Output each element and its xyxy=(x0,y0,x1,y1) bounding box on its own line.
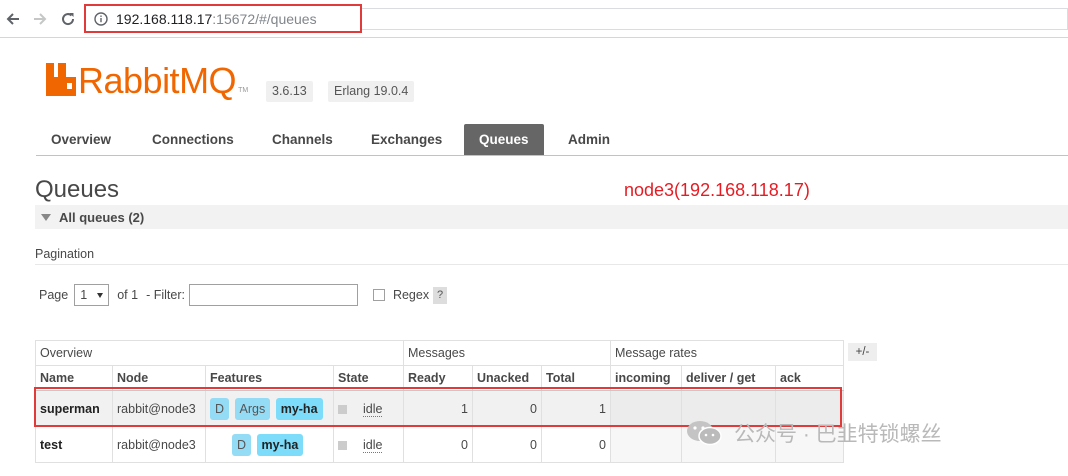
queue-features: D my-ha xyxy=(205,426,334,463)
col-header-node[interactable]: Node xyxy=(112,365,206,391)
queue-unacked: 0 xyxy=(472,426,542,463)
erlang-version-badge: Erlang 19.0.4 xyxy=(328,81,415,102)
filter-input[interactable] xyxy=(188,284,358,306)
col-header-name[interactable]: Name xyxy=(35,365,113,391)
pagination-label: Pagination xyxy=(35,247,95,261)
watermark-text: 公众号 · 巴韭特锁螺丝 xyxy=(734,423,942,446)
regex-label: Regex xyxy=(392,288,430,302)
address-bar[interactable]: 192.168.118.17:15672/#/queues xyxy=(84,4,362,33)
feature-badge-durable: D xyxy=(210,397,230,420)
tab-overview[interactable]: Overview xyxy=(36,124,126,155)
page-label: Page xyxy=(39,288,69,302)
reload-button[interactable] xyxy=(58,9,78,29)
browser-toolbar: 192.168.118.17:15672/#/queues xyxy=(0,0,1068,38)
queue-incoming-rate xyxy=(610,390,682,427)
col-header-ack[interactable]: ack xyxy=(775,365,844,391)
col-header-unacked[interactable]: Unacked xyxy=(472,365,542,391)
column-toggle-button[interactable]: +/- xyxy=(848,343,877,361)
state-indicator-icon xyxy=(338,404,347,414)
tab-connections[interactable]: Connections xyxy=(137,124,249,155)
queue-ready: 1 xyxy=(403,390,473,427)
watermark: 公众号 · 巴韭特锁螺丝 xyxy=(686,418,942,448)
queue-state-text: idle xyxy=(363,437,383,453)
queue-state: idle xyxy=(333,390,404,427)
queue-state: idle xyxy=(333,426,404,463)
queue-name-link[interactable]: test xyxy=(35,426,113,463)
group-header-message-rates: Message rates xyxy=(610,340,844,366)
page-of-label: of 1 xyxy=(117,288,139,302)
group-header-overview: Overview xyxy=(35,340,404,366)
url-path: :15672/#/queues xyxy=(212,10,317,27)
queue-node: rabbit@node3 xyxy=(112,426,206,463)
queue-state-text: idle xyxy=(363,401,383,417)
queue-total: 1 xyxy=(541,390,611,427)
rabbitmq-version-badge: 3.6.13 xyxy=(266,81,313,102)
logo-trademark: TM xyxy=(238,87,249,94)
back-button[interactable] xyxy=(3,9,23,29)
section-title: All queues (2) xyxy=(59,209,145,225)
address-bar-extension xyxy=(362,8,1068,30)
page-select-value: 1 xyxy=(80,288,88,302)
col-header-total[interactable]: Total xyxy=(541,365,611,391)
collapse-triangle-icon xyxy=(41,213,51,221)
dropdown-arrow-icon xyxy=(97,292,104,298)
feature-badge-policy[interactable]: my-ha xyxy=(275,397,323,420)
col-header-incoming[interactable]: incoming xyxy=(610,365,682,391)
feature-badge-args[interactable]: Args xyxy=(234,397,271,420)
tab-queues[interactable]: Queues xyxy=(464,124,544,155)
rabbitmq-logo[interactable]: RabbitMQ TM xyxy=(46,62,248,100)
main-nav-tabs: Overview Connections Channels Exchanges … xyxy=(36,124,1068,156)
table-group-header-row: Overview Messages Message rates xyxy=(35,340,844,366)
arrow-left-icon xyxy=(6,13,19,25)
rabbitmq-logo-icon xyxy=(46,63,76,96)
col-header-ready[interactable]: Ready xyxy=(403,365,473,391)
queue-total: 0 xyxy=(541,426,611,463)
arrow-right-icon xyxy=(34,13,47,25)
tab-admin[interactable]: Admin xyxy=(553,124,625,155)
group-header-messages: Messages xyxy=(403,340,611,366)
forward-button[interactable] xyxy=(30,9,50,29)
regex-checkbox[interactable] xyxy=(372,289,385,301)
page-title: Queues xyxy=(35,176,120,203)
col-header-state[interactable]: State xyxy=(333,365,404,391)
queue-node: rabbit@node3 xyxy=(112,390,206,427)
pagination-divider xyxy=(35,264,1068,265)
col-header-deliver-get[interactable]: deliver / get xyxy=(681,365,776,391)
info-icon[interactable] xyxy=(94,11,108,26)
node-annotation: node3(192.168.118.17) xyxy=(624,180,810,200)
queue-unacked: 0 xyxy=(472,390,542,427)
feature-badge-policy[interactable]: my-ha xyxy=(256,433,304,456)
queue-features: D Args my-ha xyxy=(205,390,334,427)
queue-ready: 0 xyxy=(403,426,473,463)
regex-help-button[interactable]: ? xyxy=(433,286,448,304)
logo-text: RabbitMQ xyxy=(78,60,237,101)
all-queues-section-toggle[interactable]: All queues (2) xyxy=(35,205,1068,229)
state-indicator-icon xyxy=(338,440,347,450)
url-host: 192.168.118.17 xyxy=(116,10,213,27)
filter-label: - Filter: xyxy=(146,288,185,302)
queue-name-link[interactable]: superman xyxy=(35,390,113,427)
col-header-features[interactable]: Features xyxy=(205,365,334,391)
wechat-icon xyxy=(687,421,722,446)
table-column-header-row: Name Node Features State Ready Unacked T… xyxy=(35,365,844,391)
tab-exchanges[interactable]: Exchanges xyxy=(356,124,457,155)
tab-channels[interactable]: Channels xyxy=(257,124,348,155)
pagination-controls: Page 1 of 1 - Filter: Regex ? xyxy=(39,283,448,307)
queue-incoming-rate xyxy=(610,426,682,463)
feature-badge-durable: D xyxy=(232,433,252,456)
page-select[interactable]: 1 xyxy=(74,284,110,306)
reload-icon xyxy=(62,13,75,26)
